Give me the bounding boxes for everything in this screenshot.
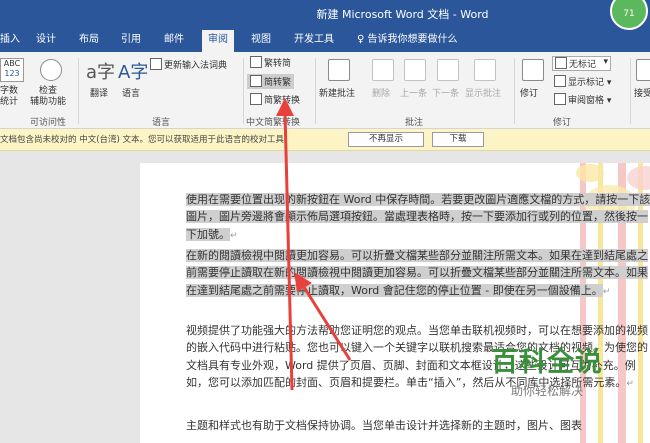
word-count-button[interactable]: 字数 统计 [0, 86, 18, 108]
conversion-label: 简繁转换 [264, 96, 301, 106]
check-accessibility-button[interactable]: 检查 辅助功能 [30, 86, 66, 108]
show-markup-label: 显示标记 [568, 78, 605, 88]
watermark-subtitle: 助你轻松解决 [510, 384, 583, 398]
markup-select[interactable]: 无标记 ▾ [552, 56, 612, 71]
pane-label: 审阅窗格 [568, 96, 605, 106]
new-comment-icon [328, 59, 350, 81]
translate-button[interactable]: 翻译 [90, 86, 108, 99]
watermark-title: 百科全说 [491, 347, 603, 378]
tab-review[interactable]: 审阅 [202, 30, 234, 52]
ribbon: ABC 123 字数 统计 检查 辅助功能 可访问性 a字 翻译 A字 语言 更新… [0, 52, 650, 129]
dictionary-icon [150, 58, 162, 70]
tab-layout[interactable]: 布局 [79, 30, 99, 52]
paragraph-2-text: 在新的閱讀檢視中閱讀更加容易。可以折疊文檔某些部分並關注所需文本。如果在達到結尾… [186, 249, 648, 297]
conversion-icon [250, 93, 262, 105]
tell-me-label: 告诉我你想要做什么 [367, 34, 458, 45]
group-divider [243, 58, 244, 124]
paragraph-4-text: 主题和样式也有助于文档保持协调。当您单击设计并选择新的主题时，图片、图表 [186, 419, 582, 432]
markup-value: 无标记 [569, 60, 597, 70]
group-label-tracking: 修订 [553, 118, 572, 128]
title-bar: 新建 Microsoft Word 文档 - Word 71 插入 设计 布局 … [0, 0, 650, 52]
update-ime-button[interactable]: 更新输入法词典 [150, 58, 227, 71]
reviewing-pane-button[interactable]: 审阅窗格 ▾ [554, 93, 611, 106]
accept-icon [636, 59, 650, 81]
show-markup-icon [554, 75, 566, 87]
markup-icon [555, 57, 567, 69]
paragraph-mark: ↵ [230, 230, 238, 241]
proofing-info-bar: 文档包含尚未校对的 中文(台湾) 文本。您可以获取适用于此语言的校对工具。 不再… [0, 129, 650, 151]
ribbon-tabs: 插入 设计 布局 引用 邮件 审阅 视图 开发工具 ♀ 告诉我你想要做什么 [0, 30, 650, 52]
group-label-accessibility: 可访问性 [30, 118, 67, 128]
delete-comment-button[interactable]: 删除 [372, 86, 390, 99]
show-comments-button[interactable]: 显示批注 [465, 86, 501, 99]
group-divider [315, 58, 316, 124]
language-icon: A字 [118, 62, 149, 83]
tab-mailings[interactable]: 邮件 [164, 30, 184, 52]
delete-comment-icon [372, 59, 394, 81]
tab-references[interactable]: 引用 [121, 30, 141, 52]
paragraph-4: 主题和样式也有助于文档保持协调。当您单击设计并选择新的主题时，图片、图表 [186, 417, 650, 434]
tab-view[interactable]: 视图 [251, 30, 271, 52]
paragraph-2: 在新的閱讀檢視中閱讀更加容易。可以折疊文檔某些部分並關注所需文本。如果在達到結尾… [186, 247, 650, 301]
group-label-comments: 批注 [405, 118, 424, 128]
paragraph-mark: ↵ [626, 379, 634, 390]
word-count-icon: ABC 123 [0, 58, 24, 82]
traditional-to-simplified-button[interactable]: 繁转简 [250, 56, 291, 69]
paragraph-1: 使用在需要位置出现的新按鈕在 Word 中保存時間。若要更改圖片適應文檔的方式，… [186, 191, 650, 245]
show-markup-button[interactable]: 显示标记 ▾ [554, 75, 611, 88]
watermark-logo: 百科全说 助你轻松解决 [472, 340, 622, 399]
pane-icon [554, 93, 566, 105]
window-title: 新建 Microsoft Word 文档 - Word [316, 8, 489, 21]
group-divider [78, 58, 79, 124]
s2t-label: 简转繁 [264, 78, 292, 88]
group-divider [514, 58, 515, 124]
next-comment-icon [437, 59, 459, 81]
paragraph-1-text: 使用在需要位置出现的新按鈕在 Word 中保存時間。若要更改圖片適應文檔的方式，… [186, 193, 650, 241]
tab-insert[interactable]: 插入 [0, 30, 20, 52]
download-button[interactable]: 下载 [432, 132, 484, 147]
dont-show-again-button[interactable]: 不再显示 [348, 132, 424, 147]
new-comment-button[interactable]: 新建批注 [319, 86, 355, 99]
previous-comment-button[interactable]: 上一条 [400, 86, 427, 99]
paragraph-mark: ↵ [602, 286, 611, 297]
tab-developer[interactable]: 开发工具 [294, 30, 334, 52]
translate-icon: a字 [86, 62, 116, 83]
previous-comment-icon [404, 59, 426, 81]
update-ime-label: 更新输入法词典 [164, 61, 228, 71]
accessibility-check-icon [40, 59, 62, 81]
next-comment-button[interactable]: 下一条 [432, 86, 459, 99]
num-text: 123 [4, 69, 20, 78]
abc-text: ABC [3, 59, 21, 68]
language-button[interactable]: 语言 [122, 86, 140, 99]
tab-design[interactable]: 设计 [36, 30, 56, 52]
group-label-chinese: 中文简繁转换 [246, 118, 301, 128]
s2t-icon [250, 75, 262, 87]
tell-me-search[interactable]: ♀ 告诉我你想要做什么 [357, 30, 458, 52]
chevron-down-icon: ▾ [603, 57, 609, 67]
chinese-conversion-button[interactable]: 简繁转换 [250, 93, 300, 106]
accept-button[interactable]: 接受 [634, 86, 650, 99]
show-comments-icon [474, 59, 496, 81]
track-changes-icon [522, 59, 544, 81]
document-page[interactable]: 使用在需要位置出现的新按鈕在 Word 中保存時間。若要更改圖片適應文檔的方式，… [140, 163, 650, 443]
group-label-language: 语言 [152, 118, 171, 128]
track-changes-button[interactable]: 修订 [520, 86, 538, 99]
info-message: 文档包含尚未校对的 中文(台湾) 文本。您可以获取适用于此语言的校对工具。 [0, 135, 293, 145]
account-badge[interactable]: 71 [610, 0, 648, 30]
simplified-to-traditional-button[interactable]: 简转繁 [247, 74, 295, 89]
lightbulb-icon: ♀ [357, 34, 368, 45]
group-divider [630, 58, 631, 124]
t2s-icon [250, 56, 262, 68]
t2s-label: 繁转简 [264, 59, 292, 69]
